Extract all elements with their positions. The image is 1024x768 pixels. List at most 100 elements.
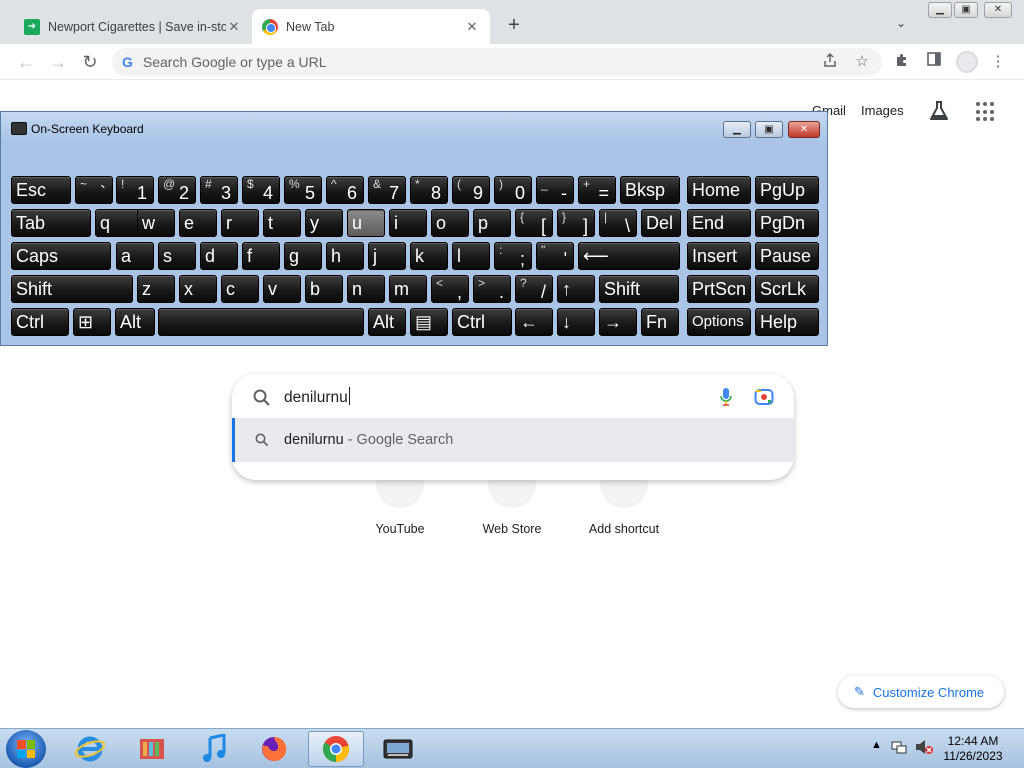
- key-end[interactable]: End: [687, 209, 751, 237]
- key-a[interactable]: a: [116, 242, 154, 270]
- key-shift[interactable]: Shift: [599, 275, 679, 303]
- key-symbol[interactable]: ⊞: [73, 308, 111, 336]
- osk-restore-button[interactable]: ▣: [755, 121, 783, 138]
- reload-button[interactable]: ↻: [78, 50, 102, 74]
- key-8[interactable]: * 8: [410, 176, 448, 204]
- key-r[interactable]: r: [221, 209, 259, 237]
- key-p[interactable]: p: [473, 209, 511, 237]
- key-ctrl[interactable]: Ctrl: [11, 308, 69, 336]
- start-button[interactable]: [6, 730, 46, 768]
- key-3[interactable]: #3: [200, 176, 238, 204]
- key-symbol[interactable]: + =: [578, 176, 616, 204]
- system-clock[interactable]: 12:44 AM 11/26/2023: [938, 734, 1008, 764]
- key-l[interactable]: l: [452, 242, 490, 270]
- google-apps-grid-icon[interactable]: [976, 102, 996, 122]
- key-9[interactable]: (9: [452, 176, 490, 204]
- google-lens-icon[interactable]: [754, 388, 774, 406]
- chrome-icon[interactable]: [308, 731, 364, 767]
- window-close-button[interactable]: ✕: [984, 2, 1012, 18]
- key-shift[interactable]: Shift: [11, 275, 133, 303]
- network-icon[interactable]: [890, 738, 908, 759]
- key-symbol[interactable]: ⟵: [578, 242, 680, 270]
- key-tab[interactable]: Tab: [11, 209, 91, 237]
- forward-button[interactable]: →: [46, 50, 70, 74]
- key-b[interactable]: b: [305, 275, 343, 303]
- extensions-puzzle-icon[interactable]: [892, 52, 912, 72]
- customize-chrome-button[interactable]: ✎ Customize Chrome: [838, 676, 1004, 708]
- key-6[interactable]: ^ 6: [326, 176, 364, 204]
- search-input[interactable]: denilurnu: [284, 387, 350, 407]
- key-z[interactable]: z: [137, 275, 175, 303]
- key-symbol[interactable]: ↑: [557, 275, 595, 303]
- key-help[interactable]: Help: [755, 308, 819, 336]
- key-c[interactable]: c: [221, 275, 259, 303]
- key-pgdn[interactable]: PgDn: [755, 209, 819, 237]
- key-symbol[interactable]: ▤: [410, 308, 448, 336]
- key-pgup[interactable]: PgUp: [755, 176, 819, 204]
- key-symbol[interactable]: :;: [494, 242, 532, 270]
- key-caps[interactable]: Caps: [11, 242, 111, 270]
- key-7[interactable]: & 7: [368, 176, 406, 204]
- bookmark-star-icon[interactable]: ☆: [852, 52, 872, 72]
- key-e[interactable]: e: [179, 209, 217, 237]
- ntp-search-box[interactable]: denilurnu denilurnu - Google Search: [232, 374, 794, 480]
- internet-explorer-icon[interactable]: [62, 731, 118, 767]
- key-space[interactable]: [158, 308, 364, 336]
- key-pause[interactable]: Pause: [755, 242, 819, 270]
- osk-title-bar[interactable]: On-Screen Keyboard ▁ ▣ ✕: [1, 112, 827, 142]
- key-i[interactable]: i: [389, 209, 427, 237]
- key-k[interactable]: k: [410, 242, 448, 270]
- key-symbol[interactable]: >.: [473, 275, 511, 303]
- microphone-icon[interactable]: [719, 387, 733, 407]
- key-o[interactable]: o: [431, 209, 469, 237]
- osk-icon[interactable]: [370, 731, 426, 767]
- osk-close-button[interactable]: ✕: [788, 121, 820, 138]
- key-del[interactable]: Del: [641, 209, 681, 237]
- key-u[interactable]: u: [347, 209, 385, 237]
- key-h[interactable]: h: [326, 242, 364, 270]
- itunes-icon[interactable]: [186, 731, 242, 767]
- key-j[interactable]: j: [368, 242, 406, 270]
- key-symbol[interactable]: ? /: [515, 275, 553, 303]
- key-symbol[interactable]: ←: [515, 308, 553, 336]
- key-y[interactable]: y: [305, 209, 343, 237]
- chrome-labs-flask-icon[interactable]: [928, 100, 950, 122]
- key-1[interactable]: ! 1: [116, 176, 154, 204]
- key-w[interactable]: w: [137, 209, 175, 237]
- key-options[interactable]: Options: [687, 308, 751, 336]
- show-hidden-icons-button[interactable]: ▲: [871, 739, 882, 751]
- tab-new-tab[interactable]: New Tab ✕: [252, 9, 490, 44]
- key-symbol[interactable]: {[: [515, 209, 553, 237]
- key-insert[interactable]: Insert: [687, 242, 751, 270]
- key-n[interactable]: n: [347, 275, 385, 303]
- key-home[interactable]: Home: [687, 176, 751, 204]
- key-s[interactable]: s: [158, 242, 196, 270]
- key-prtscn[interactable]: PrtScn: [687, 275, 751, 303]
- key-symbol[interactable]: ~ `: [75, 176, 113, 204]
- key-t[interactable]: t: [263, 209, 301, 237]
- key-f[interactable]: f: [242, 242, 280, 270]
- key-fn[interactable]: Fn: [641, 308, 679, 336]
- key-d[interactable]: d: [200, 242, 238, 270]
- key-v[interactable]: v: [263, 275, 301, 303]
- firefox-icon[interactable]: [246, 731, 302, 767]
- key-scrlk[interactable]: ScrLk: [755, 275, 819, 303]
- share-icon[interactable]: [820, 52, 840, 72]
- library-icon[interactable]: [124, 731, 180, 767]
- key-x[interactable]: x: [179, 275, 217, 303]
- key-alt[interactable]: Alt: [368, 308, 406, 336]
- tab-close-icon[interactable]: ✕: [464, 19, 480, 35]
- key-esc[interactable]: Esc: [11, 176, 71, 204]
- key-bksp[interactable]: Bksp: [620, 176, 680, 204]
- window-maximize-button[interactable]: ▣: [954, 2, 978, 18]
- key-m[interactable]: m: [389, 275, 427, 303]
- key-4[interactable]: $4: [242, 176, 280, 204]
- profile-avatar[interactable]: [956, 51, 978, 73]
- volume-muted-icon[interactable]: [914, 738, 934, 759]
- key-0[interactable]: ) 0: [494, 176, 532, 204]
- key-symbol[interactable]: | \: [599, 209, 637, 237]
- key-symbol[interactable]: →: [599, 308, 637, 336]
- key-ctrl[interactable]: Ctrl: [452, 308, 512, 336]
- key-alt[interactable]: Alt: [115, 308, 155, 336]
- new-tab-button[interactable]: +: [502, 14, 526, 38]
